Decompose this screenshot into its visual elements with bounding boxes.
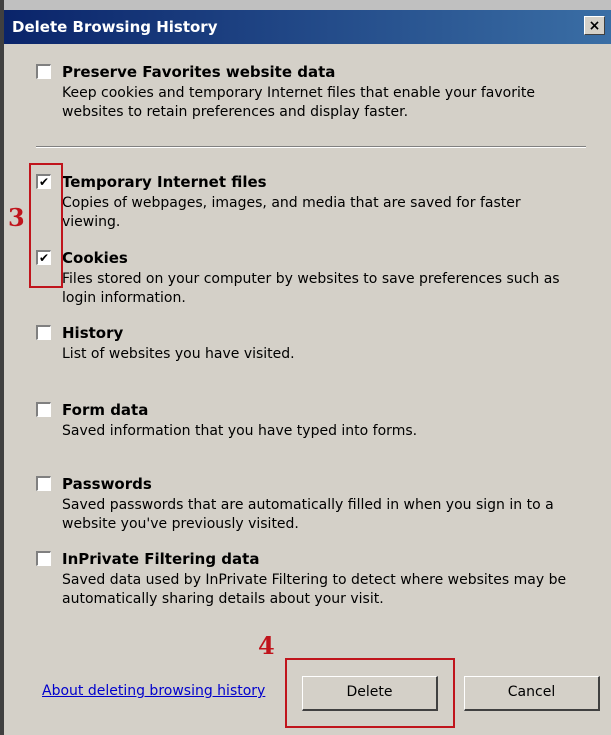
option-label: Preserve Favorites website data	[62, 63, 336, 81]
separator	[36, 146, 586, 148]
delete-button[interactable]: Delete	[302, 676, 438, 711]
annotation-box-step3	[29, 163, 63, 288]
checkbox-inprivate-filtering[interactable]	[36, 551, 51, 566]
option-label: Passwords	[62, 475, 152, 493]
checkbox-preserve-favorites[interactable]	[36, 64, 51, 79]
dialog-title: Delete Browsing History	[12, 18, 218, 36]
annotation-label-step3: 3	[8, 203, 25, 232]
option-label: InPrivate Filtering data	[62, 550, 260, 568]
option-description: Saved passwords that are automatically f…	[62, 497, 554, 532]
window-top-strip	[0, 0, 611, 10]
option-description: Keep cookies and temporary Internet file…	[62, 85, 535, 120]
option-label: Temporary Internet files	[62, 173, 267, 191]
checkbox-passwords[interactable]	[36, 476, 51, 491]
close-button[interactable]: ×	[584, 16, 605, 35]
option-label: Cookies	[62, 249, 128, 267]
close-icon: ×	[588, 18, 601, 34]
option-description: List of websites you have visited.	[62, 346, 295, 362]
title-bar: Delete Browsing History ×	[4, 10, 611, 44]
option-description: Copies of webpages, images, and media th…	[62, 195, 521, 230]
option-label: Form data	[62, 401, 149, 419]
checkbox-history[interactable]	[36, 325, 51, 340]
option-label: History	[62, 324, 124, 342]
option-description: Files stored on your computer by website…	[62, 271, 560, 306]
option-description: Saved data used by InPrivate Filtering t…	[62, 572, 567, 607]
option-description: Saved information that you have typed in…	[62, 423, 418, 439]
checkbox-form-data[interactable]	[36, 402, 51, 417]
window-left-edge	[0, 0, 4, 735]
cancel-button[interactable]: Cancel	[464, 676, 600, 711]
dialog-window: Delete Browsing History × Preserve Favor…	[0, 0, 611, 735]
annotation-label-step4: 4	[258, 631, 275, 660]
about-deleting-history-link[interactable]: About deleting browsing history	[42, 683, 265, 699]
